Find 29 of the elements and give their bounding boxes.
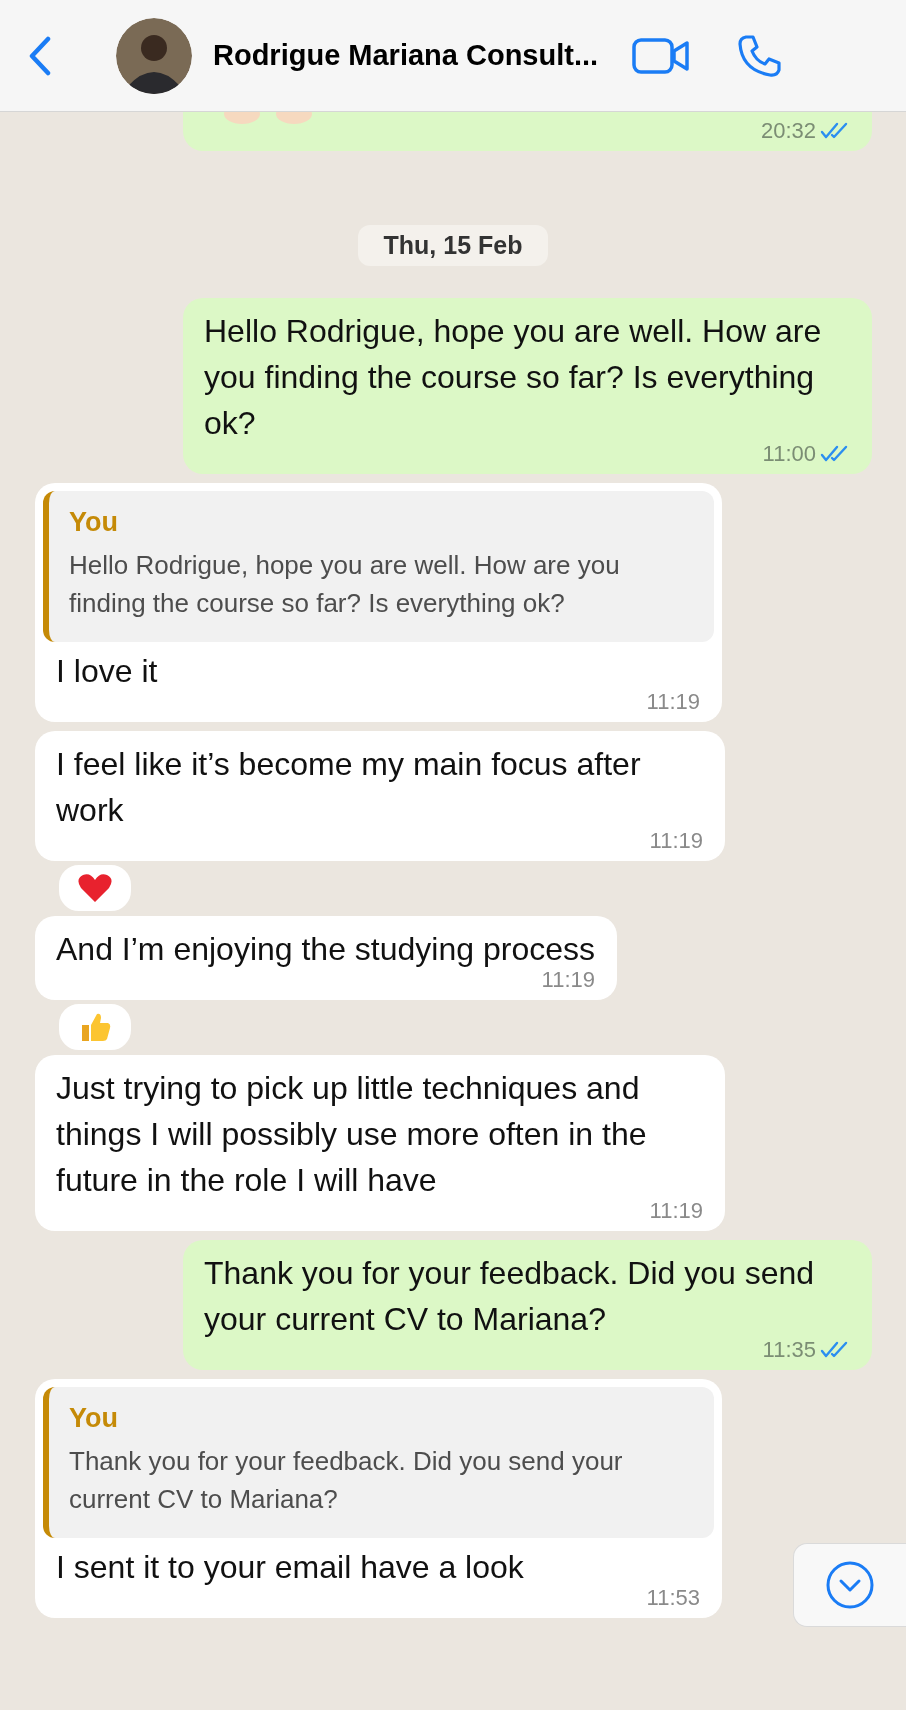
message-time: 11:53 <box>646 1586 700 1610</box>
message-time: 11:35 <box>762 1338 816 1362</box>
message-time: 20:32 <box>760 119 816 143</box>
message-time: 11:19 <box>649 829 703 853</box>
message-time: 11:19 <box>649 1199 703 1223</box>
hands-icon <box>223 112 313 124</box>
back-icon[interactable] <box>28 35 52 76</box>
heart-icon <box>78 873 112 903</box>
quote-text: Hello Rodrigue, hope you are well. How are you finding the course so far? Is everything ok? <box>69 549 621 620</box>
message-text: I love it <box>55 652 159 691</box>
message-time: 11:19 <box>646 690 700 714</box>
date-chip: Thu, 15 Feb <box>357 225 549 266</box>
avatar[interactable] <box>116 17 192 94</box>
quote-author: You <box>69 1403 119 1434</box>
message-text: And I’m enjoying the studying process <box>56 930 595 969</box>
contact-name[interactable]: Rodrigue Mariana Consult... <box>213 39 599 72</box>
video-call-icon[interactable] <box>632 37 691 74</box>
message-time: 11:00 <box>762 442 816 466</box>
scroll-down-button[interactable] <box>793 1543 906 1627</box>
message-text: I sent it to your email have a look <box>55 1548 525 1587</box>
message-text: Just trying to pick up little techniques and things I will possibly use more often in the future in the role I will have <box>56 1069 648 1200</box>
message-time: 11:19 <box>541 968 595 992</box>
chevron-down-icon <box>825 1560 875 1610</box>
message-text: Thank you for your feedback. Did you send your current CV to Mariana? <box>204 1254 816 1339</box>
phone-icon[interactable] <box>737 33 782 78</box>
message-text: Hello Rodrigue, hope you are well. How are you finding the course so far? Is everything ok? <box>204 312 823 443</box>
quote-text: Thank you for your feedback. Did you send your current CV to Mariana? <box>69 1445 624 1516</box>
quote-author: You <box>69 507 119 538</box>
message-text: I feel like it’s become my main focus after work <box>56 745 642 830</box>
